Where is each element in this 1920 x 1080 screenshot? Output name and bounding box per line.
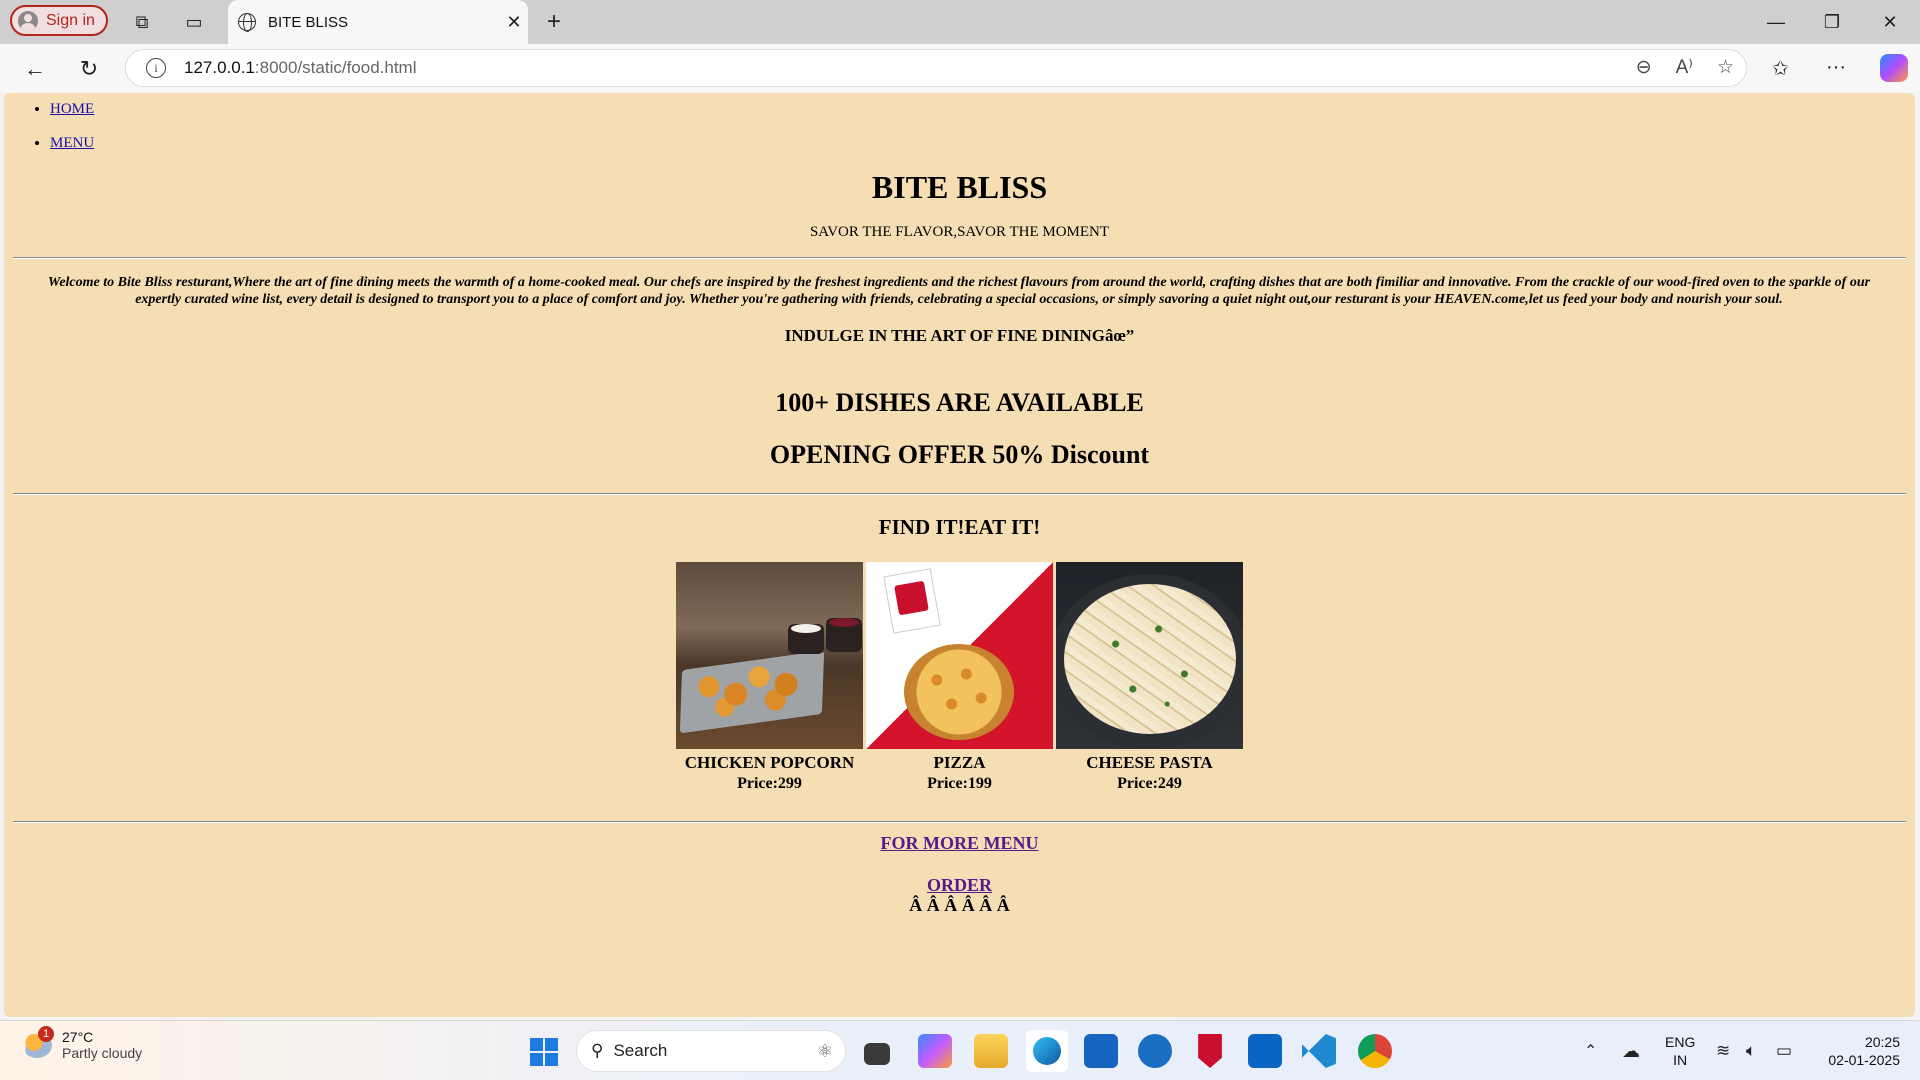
weather-temp: 27°C bbox=[62, 1029, 94, 1045]
food-price: Price:199 bbox=[927, 775, 992, 792]
food-card-cheese-pasta: CHEESE PASTA Price:249 bbox=[1056, 562, 1243, 793]
clock-time: 20:25 bbox=[1864, 1034, 1900, 1050]
url-text: 127.0.0.1:8000/static/food.html bbox=[184, 58, 417, 78]
search-icon: ⚲ bbox=[591, 1041, 604, 1060]
weather-icon: 1 bbox=[22, 1026, 54, 1058]
more-menu-link[interactable]: FOR MORE MENU bbox=[881, 833, 1039, 853]
cheese-pasta-image bbox=[1056, 562, 1243, 749]
food-name: CHEESE PASTA bbox=[1086, 753, 1213, 772]
divider bbox=[13, 257, 1906, 259]
offer-heading: OPENING OFFER 50% Discount bbox=[769, 440, 1150, 469]
battery-icon[interactable]: ▭ bbox=[1776, 1021, 1792, 1080]
outlook-icon[interactable] bbox=[1248, 1034, 1282, 1068]
chicken-popcorn-image bbox=[676, 562, 863, 749]
edge-icon bbox=[1033, 1037, 1061, 1065]
file-explorer-icon[interactable] bbox=[974, 1034, 1008, 1068]
web-page: HOME MENU BITE BLISS SAVOR THE FLAVOR,SA… bbox=[4, 93, 1915, 1017]
mcafee-icon[interactable] bbox=[1198, 1034, 1222, 1068]
encoding-artifact-text: Â Â Â Â Â Â bbox=[909, 895, 1010, 915]
show-hidden-icons-icon[interactable]: ⌃ bbox=[1584, 1021, 1597, 1080]
menu-link[interactable]: MENU bbox=[50, 135, 94, 151]
divider bbox=[13, 821, 1906, 823]
divider bbox=[13, 493, 1906, 495]
nav-item-menu: MENU bbox=[50, 135, 94, 152]
clock-date: 02-01-2025 bbox=[1828, 1052, 1900, 1068]
sign-in-label: Sign in bbox=[46, 11, 95, 29]
search-highlight-icon: ⚛ bbox=[816, 1040, 833, 1061]
food-price: Price:249 bbox=[1117, 775, 1182, 792]
new-tab-icon[interactable]: + bbox=[540, 8, 568, 36]
find-heading: FIND IT!EAT IT! bbox=[878, 515, 1041, 539]
food-cards: CHICKEN POPCORN Price:299 PIZZA Price:19… bbox=[676, 562, 1243, 793]
clock[interactable]: 20:25 02-01-2025 bbox=[1818, 1033, 1900, 1069]
language-code: ENG bbox=[1665, 1034, 1696, 1050]
taskbar: 1 27°C Partly cloudy ⚲ Search ⚛ ⌃ ☁ ENG … bbox=[0, 1020, 1920, 1080]
order-link[interactable]: ORDER bbox=[927, 875, 992, 895]
favorite-star-icon[interactable]: ☆ bbox=[1717, 56, 1734, 79]
tab-actions-icon[interactable]: ▭ bbox=[180, 8, 208, 36]
food-card-pizza: PIZZA Price:199 bbox=[866, 562, 1053, 793]
site-info-icon[interactable]: i bbox=[146, 58, 166, 78]
windows-start-icon[interactable] bbox=[530, 1038, 558, 1066]
edge-app-icon[interactable] bbox=[1026, 1030, 1068, 1072]
browser-tab-bar: Sign in ⧉ ▭ BITE BLISS ✕ + — ❐ ✕ bbox=[0, 0, 1920, 44]
url-host: 127.0.0.1 bbox=[184, 58, 255, 77]
food-price: Price:299 bbox=[737, 775, 802, 792]
notification-badge: 1 bbox=[38, 1026, 54, 1042]
chrome-icon[interactable] bbox=[1358, 1034, 1392, 1068]
home-link[interactable]: HOME bbox=[50, 101, 94, 117]
welcome-paragraph: Welcome to Bite Bliss resturant,Where th… bbox=[47, 275, 1871, 307]
more-options-icon[interactable]: ··· bbox=[1826, 56, 1846, 79]
zoom-out-icon[interactable]: ⊖ bbox=[1636, 56, 1652, 79]
workspaces-icon[interactable]: ⧉ bbox=[128, 8, 156, 36]
address-bar-row: ← ↻ i 127.0.0.1:8000/static/food.html ⊖ … bbox=[0, 44, 1920, 92]
url-path: :8000/static/food.html bbox=[254, 58, 417, 77]
profile-avatar-icon bbox=[18, 10, 38, 31]
tab-bite-bliss[interactable]: BITE BLISS ✕ bbox=[228, 0, 528, 44]
food-card-chicken-popcorn: CHICKEN POPCORN Price:299 bbox=[676, 562, 863, 793]
language-indicator[interactable]: ENG IN bbox=[1665, 1033, 1695, 1069]
refresh-icon[interactable]: ↻ bbox=[72, 52, 106, 86]
nav-item-home: HOME bbox=[50, 101, 94, 118]
read-aloud-icon[interactable]: A⁾ bbox=[1676, 56, 1693, 79]
brand-title: BITE BLISS bbox=[871, 169, 1048, 205]
wifi-icon[interactable]: ≋ bbox=[1716, 1021, 1730, 1080]
favorites-icon[interactable]: ✩ bbox=[1772, 56, 1789, 81]
search-label: Search bbox=[613, 1041, 668, 1060]
copilot-icon[interactable] bbox=[1880, 54, 1908, 82]
pizza-image bbox=[866, 562, 1053, 749]
tab-title: BITE BLISS bbox=[268, 13, 349, 31]
weather-widget[interactable]: 1 27°C Partly cloudy bbox=[22, 1026, 143, 1061]
minimize-icon[interactable]: — bbox=[1748, 0, 1804, 44]
tagline: SAVOR THE FLAVOR,SAVOR THE MOMENT bbox=[809, 224, 1110, 240]
restore-icon[interactable]: ❐ bbox=[1804, 0, 1860, 44]
taskbar-search[interactable]: ⚲ Search ⚛ bbox=[576, 1030, 846, 1072]
nav-list: HOME MENU bbox=[34, 101, 94, 169]
close-window-icon[interactable]: ✕ bbox=[1862, 0, 1918, 44]
indulge-heading: INDULGE IN THE ART OF FINE DININGâœ” bbox=[784, 326, 1135, 345]
weather-desc: Partly cloudy bbox=[62, 1045, 143, 1061]
food-name: CHICKEN POPCORN bbox=[684, 753, 855, 772]
order-row: ORDER bbox=[4, 875, 1915, 896]
address-bar[interactable]: i 127.0.0.1:8000/static/food.html ⊖ A⁾ ☆ bbox=[125, 49, 1747, 87]
region-code: IN bbox=[1673, 1052, 1688, 1068]
sign-in-button[interactable]: Sign in bbox=[10, 5, 108, 36]
back-arrow-icon[interactable]: ← bbox=[18, 52, 52, 86]
dishes-available-heading: 100+ DISHES ARE AVAILABLE bbox=[775, 388, 1144, 417]
store-icon[interactable] bbox=[1084, 1034, 1118, 1068]
task-view-icon[interactable] bbox=[864, 1043, 890, 1065]
dell-icon[interactable] bbox=[1138, 1034, 1172, 1068]
food-name: PIZZA bbox=[933, 753, 986, 772]
more-menu-row: FOR MORE MENU bbox=[4, 833, 1915, 854]
vscode-icon[interactable] bbox=[1302, 1034, 1336, 1068]
globe-icon bbox=[238, 13, 256, 32]
volume-icon[interactable]: 🔈︎ bbox=[1746, 1021, 1756, 1080]
copilot-app-icon[interactable] bbox=[918, 1034, 952, 1068]
onedrive-icon[interactable]: ☁ bbox=[1622, 1021, 1640, 1080]
close-tab-icon[interactable]: ✕ bbox=[500, 12, 528, 33]
